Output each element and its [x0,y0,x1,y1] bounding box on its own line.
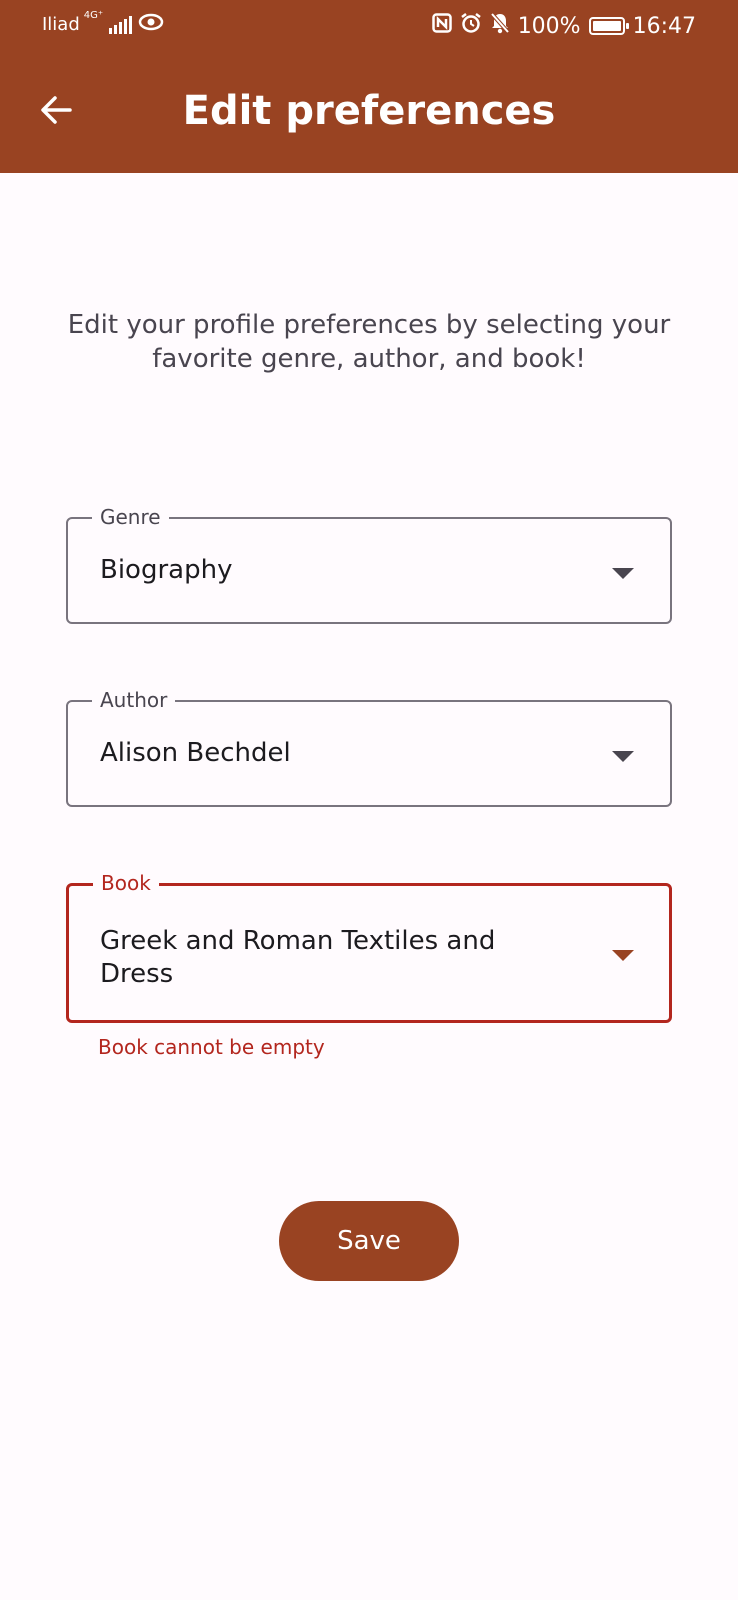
status-right: 100% 16:47 [431,12,696,40]
alarm-icon [460,12,482,40]
carrier-name: Iliad [42,14,80,35]
clock: 16:47 [632,13,696,39]
book-label: Book [93,870,159,896]
author-value: Alison Bechdel [100,738,291,768]
book-value: Greek and Roman Textiles and Dress [100,926,496,989]
book-error-message: Book cannot be empty [98,1035,325,1059]
battery-percent: 100% [517,13,581,39]
status-bar: Iliad 4G⁺ 100% 16:47 [0,0,738,54]
genre-value: Biography [100,555,233,585]
signal-icon [109,15,133,34]
save-button[interactable]: Save [279,1201,459,1281]
status-left: Iliad 4G⁺ [42,10,164,37]
eye-icon [138,12,164,37]
author-label: Author [92,687,176,713]
genre-dropdown[interactable]: Genre Biography [66,504,672,624]
page-title: Edit preferences [182,88,556,134]
app-bar: Iliad 4G⁺ 100% 16:47 Edit preferences [0,0,738,173]
notifications-off-icon [490,12,510,40]
author-dropdown[interactable]: Author Alison Bechdel [66,687,672,807]
intro-text: Edit your profile preferences by selecti… [67,310,671,374]
chevron-down-icon [612,568,634,579]
book-dropdown[interactable]: Book Greek and Roman Textiles and Dress [66,870,672,1023]
chevron-down-icon [612,950,634,961]
battery-charging-icon [588,17,629,35]
network-type: 4G⁺ [83,10,104,21]
nfc-icon [431,13,452,39]
genre-label: Genre [92,504,169,530]
chevron-down-icon [612,751,634,762]
